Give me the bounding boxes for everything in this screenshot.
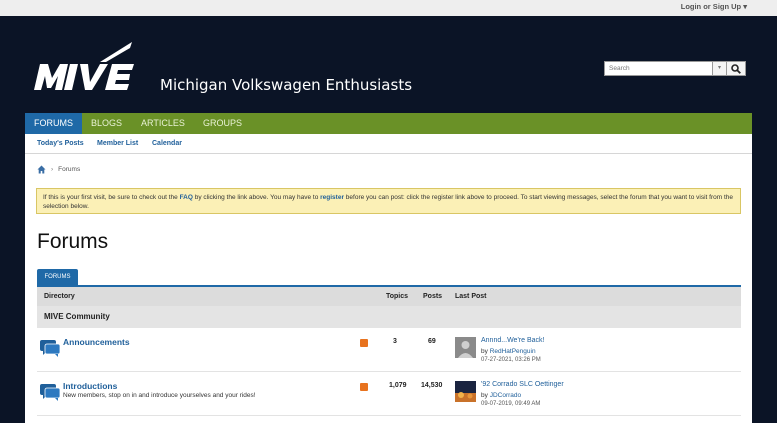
todays-posts-link[interactable]: Today's Posts (37, 140, 84, 147)
mive-logo[interactable] (30, 40, 155, 92)
last-post-title-link[interactable]: '92 Corrado SLC Oettinger (481, 381, 564, 388)
table-row: Introductions New members, stop on in an… (37, 372, 741, 416)
category-title: MIVE Community (44, 312, 110, 321)
home-icon[interactable] (37, 165, 46, 174)
chevron-right-icon: › (51, 166, 54, 173)
calendar-link[interactable]: Calendar (152, 140, 182, 147)
rss-icon[interactable] (360, 339, 368, 347)
header-last-post: Last Post (455, 293, 487, 300)
breadcrumb: › Forums (37, 165, 80, 174)
search-button[interactable] (727, 61, 746, 76)
search-box: ▾ (604, 61, 746, 76)
post-count: 14,530 (421, 382, 443, 389)
topic-count: 3 (393, 338, 397, 345)
tab-forums[interactable]: FORUMS (25, 113, 82, 134)
last-post-date: 09-07-2019, 09:49 AM (481, 401, 541, 407)
login-signup-link[interactable]: Login or Sign Up ▾ (681, 2, 747, 11)
tab-forums-section[interactable]: FORUMS (37, 269, 78, 285)
by-label: by (481, 392, 488, 399)
header-directory: Directory (44, 293, 75, 300)
table-row: Announcements 3 69 Annnd...We're Back! b… (37, 328, 741, 372)
last-post-date: 07-27-2021, 03:26 PM (481, 357, 541, 363)
post-count: 69 (428, 338, 436, 345)
forum-description: New members, stop on in and introduce yo… (63, 392, 256, 399)
chevron-down-icon[interactable]: ▾ (713, 61, 727, 76)
tab-articles[interactable]: ARTICLES (132, 113, 194, 134)
last-post-title-link[interactable]: Annnd...We're Back! (481, 337, 544, 344)
by-label: by (481, 348, 488, 355)
tab-blogs[interactable]: BLOGS (82, 113, 131, 134)
category-row: MIVE Community (37, 306, 741, 328)
faq-link[interactable]: FAQ (180, 194, 193, 201)
forum-table: Directory Topics Posts Last Post MIVE Co… (37, 285, 741, 416)
table-header: Directory Topics Posts Last Post (37, 285, 741, 306)
forum-icon (40, 384, 61, 401)
header-posts: Posts (423, 293, 443, 300)
tab-groups[interactable]: GROUPS (194, 113, 251, 134)
breadcrumb-current: Forums (58, 166, 81, 173)
search-icon (731, 63, 741, 74)
notice-text: by clicking the link above. You may have… (192, 194, 321, 201)
welcome-notice: If this is your first visit, be sure to … (36, 188, 741, 214)
avatar[interactable] (455, 381, 476, 402)
sub-nav: Today's Posts Member List Calendar (25, 134, 752, 154)
main-nav: FORUMS BLOGS ARTICLES GROUPS (25, 113, 752, 134)
site-name: Michigan Volkswagen Enthusiasts (160, 76, 413, 94)
author-link[interactable]: JDCorrado (490, 392, 521, 399)
top-bar: Login or Sign Up ▾ (0, 0, 777, 16)
author-link[interactable]: RedHatPenguin (490, 348, 536, 355)
notice-text: If this is your first visit, be sure to … (43, 194, 180, 201)
forum-title-link[interactable]: Announcements (63, 337, 130, 347)
forum-title-link[interactable]: Introductions (63, 381, 117, 391)
topic-count: 1,079 (389, 382, 407, 389)
main-content: Today's Posts Member List Calendar › For… (25, 134, 752, 423)
rss-icon[interactable] (360, 383, 368, 391)
register-link[interactable]: register (320, 194, 344, 201)
header-topics: Topics (386, 293, 409, 300)
member-list-link[interactable]: Member List (97, 140, 138, 147)
forum-icon (40, 340, 61, 357)
search-input[interactable] (604, 61, 713, 76)
last-post-author: by JDCorrado (481, 392, 521, 399)
avatar[interactable] (455, 337, 476, 358)
page-title: Forums (37, 230, 109, 253)
last-post-author: by RedHatPenguin (481, 348, 536, 355)
